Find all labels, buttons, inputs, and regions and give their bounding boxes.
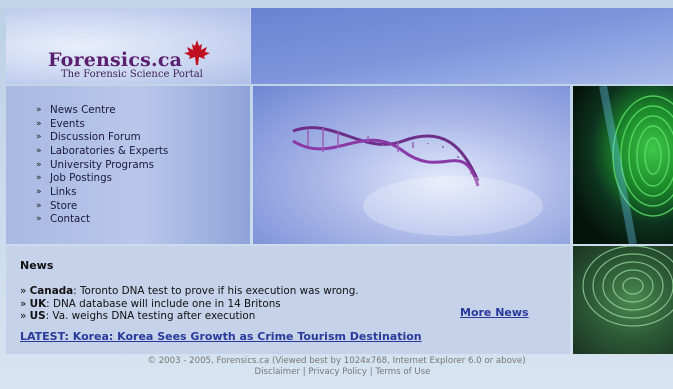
top-strip <box>0 0 673 8</box>
more-news-link[interactable]: More News <box>460 306 529 319</box>
footer-link-disclaimer[interactable]: Disclaimer <box>255 367 300 377</box>
nav-item-label[interactable]: Laboratories & Experts <box>50 145 168 157</box>
nav-item-news-centre[interactable]: » News Centre <box>36 103 168 117</box>
nav-item-university-programs[interactable]: » University Programs <box>36 158 168 172</box>
site-page: Forensics.ca The Forensic Science Portal… <box>6 8 673 354</box>
dna-helix-image <box>253 86 570 244</box>
nav-item-label[interactable]: Events <box>50 118 85 130</box>
nav-item-job-postings[interactable]: » Job Postings <box>36 171 168 185</box>
site-logo-subtitle: The Forensic Science Portal <box>61 69 203 80</box>
news-text[interactable]: : Toronto DNA test to prove if his execu… <box>73 285 358 297</box>
chevron-right-icon: » <box>36 118 42 129</box>
fingerprint-image <box>573 86 673 244</box>
fingerprint-icon <box>599 86 673 244</box>
dna-helix-icon <box>292 126 543 236</box>
main-navigation: » News Centre » Events » Discussion Forum »… <box>6 86 250 244</box>
chevron-right-icon: » <box>36 159 42 170</box>
nav-item-store[interactable]: » Store <box>36 199 168 213</box>
news-item[interactable]: » US: Va. weighs DNA testing after execu… <box>20 310 359 323</box>
nav-item-label[interactable]: News Centre <box>50 104 116 116</box>
fingerprint-bottom-image <box>573 246 673 354</box>
news-country: Canada <box>29 285 74 297</box>
footer-link-terms-of-use[interactable]: Terms of Use <box>375 367 430 377</box>
nav-item-label[interactable]: Discussion Forum <box>50 131 141 143</box>
nav-item-label[interactable]: Store <box>50 200 77 212</box>
news-section: News » Canada: Toronto DNA test to prove… <box>6 246 570 354</box>
news-country: US <box>29 310 46 322</box>
news-heading: News <box>20 259 54 272</box>
footer-link-privacy-policy[interactable]: Privacy Policy <box>308 367 367 377</box>
chevron-right-icon: » <box>36 186 42 197</box>
nav-item-label[interactable]: Job Postings <box>50 172 112 184</box>
chevron-right-icon: » <box>36 104 42 115</box>
logo-area[interactable]: Forensics.ca The Forensic Science Portal <box>6 8 250 84</box>
chevron-right-icon: » <box>36 173 42 184</box>
nav-item-laboratories-experts[interactable]: » Laboratories & Experts <box>36 144 168 158</box>
bullet-icon: » <box>20 285 27 297</box>
news-country: UK <box>29 297 47 310</box>
news-item[interactable]: » UK: DNA database will include one in 1… <box>20 298 359 311</box>
nav-item-label[interactable]: Links <box>50 186 76 198</box>
nav-item-events[interactable]: » Events <box>36 117 168 131</box>
footer-separator: | <box>302 367 306 377</box>
copyright-text: © 2003 - 2005, Forensics.ca (Viewed best… <box>147 356 526 366</box>
nav-item-label[interactable]: University Programs <box>50 159 154 171</box>
chevron-right-icon: » <box>36 214 42 225</box>
footer-separator: | <box>369 367 373 377</box>
fingerprint-icon <box>582 246 673 327</box>
nav-item-label[interactable]: Contact <box>50 213 90 225</box>
chevron-right-icon: » <box>36 200 42 211</box>
bullet-icon: » <box>20 310 27 322</box>
chevron-right-icon: » <box>36 145 42 156</box>
bullet-icon: » <box>20 297 27 310</box>
nav-item-contact[interactable]: » Contact <box>36 213 168 227</box>
news-item[interactable]: » Canada: Toronto DNA test to prove if h… <box>20 285 359 298</box>
site-logo-title[interactable]: Forensics.ca <box>48 49 182 71</box>
nav-item-discussion-forum[interactable]: » Discussion Forum <box>36 130 168 144</box>
maple-leaf-icon <box>184 40 210 65</box>
chevron-right-icon: » <box>36 132 42 143</box>
news-text[interactable]: : Va. weighs DNA testing after execution <box>46 310 256 322</box>
footer: © 2003 - 2005, Forensics.ca (Viewed best… <box>0 356 673 378</box>
header-decoration <box>250 8 673 84</box>
nav-item-links[interactable]: » Links <box>36 185 168 199</box>
news-text[interactable]: : DNA database will include one in 14 Br… <box>46 298 281 310</box>
latest-news-link[interactable]: LATEST: Korea: Korea Sees Growth as Crim… <box>20 330 422 343</box>
header-banner: Forensics.ca The Forensic Science Portal <box>6 8 673 84</box>
